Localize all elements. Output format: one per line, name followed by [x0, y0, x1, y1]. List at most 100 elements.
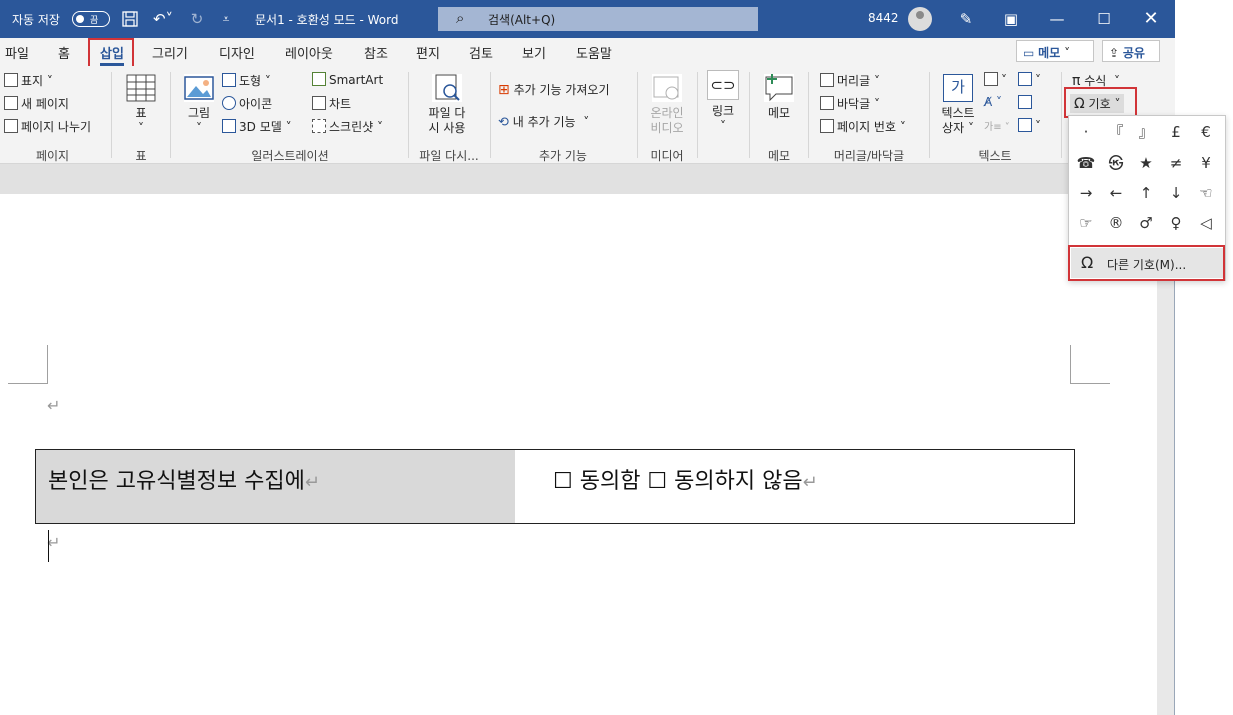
symbol-item[interactable]: ® — [1101, 208, 1131, 238]
chevron-down-icon: ˅ — [138, 121, 144, 135]
share-button[interactable]: ⇪ 공유 — [1102, 40, 1160, 62]
pen-icon[interactable]: ✎ — [955, 8, 977, 30]
picture-button[interactable]: 그림 ˅ — [178, 74, 220, 136]
symbol-item[interactable]: ★ — [1131, 148, 1161, 178]
group-illustrations-label: 일러스트레이션 — [251, 149, 329, 163]
object-button[interactable]: ˅ — [1018, 118, 1041, 133]
avatar[interactable] — [908, 7, 932, 31]
symbol-item[interactable]: ¥ — [1191, 148, 1221, 178]
tab-draw[interactable]: 그리기 — [152, 43, 188, 62]
footer-button[interactable]: 바닥글 ˅ — [820, 95, 880, 112]
symbol-item[interactable]: 『 — [1101, 117, 1131, 147]
symbol-item[interactable]: ☎ — [1071, 148, 1101, 178]
tab-references[interactable]: 참조 — [364, 43, 388, 62]
group-addins-label: 추가 기능 — [539, 149, 587, 163]
cover-page-label: 표지 — [21, 74, 44, 88]
shapes-button[interactable]: 도형 ˅ — [222, 72, 271, 89]
search-box[interactable]: ⌕ 검색(Alt+Q) — [438, 7, 758, 31]
minimize-icon[interactable]: — — [1046, 8, 1068, 30]
autosave-toggle[interactable]: 끔 — [72, 11, 110, 27]
cell-left-text: 본인은 고유식별정보 수집에↵ — [48, 463, 320, 495]
tab-help[interactable]: 도움말 — [576, 43, 612, 62]
symbol-item[interactable]: ← — [1101, 178, 1131, 208]
my-addins-button[interactable]: ⟲ 내 추가 기능 ˅ — [498, 113, 589, 130]
symbol-item[interactable]: £ — [1161, 117, 1191, 147]
tab-home[interactable]: 홈 — [58, 43, 70, 62]
table-icon — [126, 74, 156, 102]
symbol-item[interactable]: ↓ — [1161, 178, 1191, 208]
signature-line-button[interactable]: ˅ — [1018, 72, 1041, 87]
page-number-label: 페이지 번호 — [837, 120, 897, 134]
online-video-button[interactable]: 온라인 비디오 — [643, 74, 691, 136]
3d-models-button[interactable]: 3D 모델 ˅ — [222, 118, 292, 135]
wordart-button[interactable]: A̸ ˅ — [984, 95, 1002, 109]
symbol-item[interactable]: ☜ — [1191, 178, 1221, 208]
page-number-icon — [820, 119, 834, 133]
symbol-item[interactable]: ♀ — [1161, 208, 1191, 238]
date-time-button[interactable] — [1018, 95, 1035, 110]
header-button[interactable]: 머리글 ˅ — [820, 72, 880, 89]
tab-insert[interactable]: 삽입 — [100, 43, 124, 66]
undo-icon[interactable]: ↶˅ — [148, 8, 178, 30]
chart-button[interactable]: 차트 — [312, 95, 351, 112]
close-icon[interactable]: ✕ — [1140, 8, 1162, 30]
new-comment-button[interactable]: 메모 — [757, 74, 801, 121]
symbol-dropdown: · 『 』 £ € ☎ ㉿ ★ ≠ ¥ → ← ↑ ↓ ☜ ☞ ® ♂ ♀ ◁ … — [1068, 115, 1226, 281]
redo-icon[interactable]: ↻ — [186, 8, 208, 30]
table-button[interactable]: 표 ˅ — [118, 74, 164, 136]
crop-mark-left — [8, 345, 48, 384]
symbol-item[interactable]: ↑ — [1131, 178, 1161, 208]
save-icon[interactable] — [119, 8, 141, 30]
symbol-item[interactable]: ◁ — [1191, 208, 1221, 238]
signature-icon — [1018, 72, 1032, 86]
text-box-button[interactable]: 가 텍스트 상자 ˅ — [936, 74, 980, 136]
tab-mailings[interactable]: 편지 — [416, 43, 440, 62]
symbol-button[interactable]: Ω 기호 ˅ — [1070, 94, 1125, 113]
symbol-item[interactable]: ☞ — [1071, 208, 1101, 238]
header-label: 머리글 — [837, 74, 871, 88]
symbol-item[interactable]: · — [1071, 117, 1101, 147]
tab-file[interactable]: 파일 — [5, 43, 29, 62]
quick-parts-button[interactable]: ˅ — [984, 72, 1007, 87]
consent-table[interactable]: 본인은 고유식별정보 수집에↵ ☐ 동의함 ☐ 동의하지 않음↵ — [35, 449, 1075, 524]
drop-cap-icon: 가≡ — [984, 122, 1002, 133]
cube-icon — [222, 119, 236, 133]
online-video-label-2: 비디오 — [650, 121, 684, 135]
tab-design[interactable]: 디자인 — [219, 43, 255, 62]
get-addins-button[interactable]: ⊞ 추가 기능 가져오기 — [498, 81, 610, 98]
tab-view[interactable]: 보기 — [522, 43, 546, 62]
equation-button[interactable]: π 수식 ˅ — [1072, 72, 1120, 89]
icons-button[interactable]: 아이콘 — [222, 95, 272, 112]
symbol-item[interactable]: 』 — [1131, 117, 1161, 147]
blank-page-button[interactable]: 새 페이지 — [4, 95, 69, 112]
memo-button[interactable]: ▭ 메모 ˅ — [1016, 40, 1094, 62]
symbol-item[interactable]: € — [1191, 117, 1221, 147]
link-button[interactable]: ⊂⊃ 링크 ˅ — [703, 70, 743, 134]
tab-layout[interactable]: 레이아웃 — [285, 43, 333, 62]
footer-label: 바닥글 — [837, 97, 871, 111]
omega-icon: Ω — [1081, 253, 1094, 272]
group-headerfooter-label: 머리글/바닥글 — [833, 149, 905, 163]
maximize-icon[interactable]: ☐ — [1093, 8, 1115, 30]
cell-end-mark: ↵ — [304, 472, 320, 493]
table-cell-left[interactable]: 본인은 고유식별정보 수집에↵ — [36, 450, 515, 523]
footer-icon — [820, 96, 834, 110]
ribbon-display-icon[interactable]: ▣ — [1000, 8, 1022, 30]
page-number-button[interactable]: 페이지 번호 ˅ — [820, 118, 906, 135]
screenshot-button[interactable]: 스크린샷 ˅ — [312, 118, 383, 135]
group-comments-label: 메모 — [767, 149, 791, 163]
drop-cap-button[interactable]: 가≡ ˅ — [984, 118, 1010, 133]
page-break-icon — [4, 119, 18, 133]
symbol-item[interactable]: → — [1071, 178, 1101, 208]
customize-qat-icon[interactable]: ⩡ — [215, 8, 237, 30]
tab-review[interactable]: 검토 — [469, 43, 493, 62]
symbol-item[interactable]: ㉿ — [1101, 148, 1131, 178]
more-symbols-button[interactable]: Ω 다른 기호(M)... — [1071, 248, 1223, 278]
page-break-button[interactable]: 페이지 나누기 — [4, 118, 91, 135]
symbol-item[interactable]: ≠ — [1161, 148, 1191, 178]
symbol-item[interactable]: ♂ — [1131, 208, 1161, 238]
smartart-button[interactable]: SmartArt — [312, 72, 383, 87]
table-cell-right[interactable]: ☐ 동의함 ☐ 동의하지 않음↵ — [515, 450, 1074, 523]
reuse-files-button[interactable]: 파일 다시 사용 — [418, 74, 476, 136]
cover-page-button[interactable]: 표지 ˅ — [4, 72, 53, 89]
